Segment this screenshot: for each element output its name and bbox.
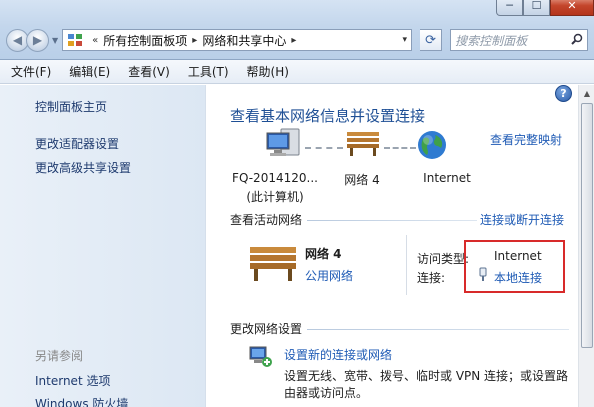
setup-new-connection-link[interactable]: 设置新的连接或网络 — [284, 346, 392, 363]
breadcrumb-separator-icon[interactable]: ▸ — [192, 35, 197, 46]
vertical-scrollbar[interactable]: ▲ — [578, 85, 594, 407]
navigation-row: ◀ ▶ ▼ « 所有控制面板项 ▸ 网络和共享中心 ▸ ▾ ⟳ 搜索控制面板 — [6, 26, 589, 54]
map-connector-line — [305, 147, 343, 149]
breadcrumb-network-sharing-center[interactable]: 网络和共享中心 — [202, 32, 286, 49]
network-details-divider — [406, 235, 407, 295]
maximize-button[interactable]: ☐ — [523, 0, 550, 16]
network-bench-icon — [345, 129, 381, 160]
minimize-button[interactable]: ─ — [496, 0, 523, 16]
window-controls: ─ ☐ ✕ — [496, 0, 594, 16]
forward-arrow-icon: ▶ — [32, 33, 43, 47]
see-also-heading: 另请参阅 — [35, 349, 84, 363]
access-type-label: 访问类型: — [417, 252, 470, 266]
back-arrow-icon: ◀ — [12, 33, 23, 47]
menu-bar: 文件(F) 编辑(E) 查看(V) 工具(T) 帮助(H) — [0, 60, 594, 84]
change-network-settings-heading: 更改网络设置 — [230, 322, 303, 336]
sidebar-item-control-panel-home[interactable]: 控制面板主页 — [35, 98, 107, 115]
breadcrumb-all-control-panel-items[interactable]: 所有控制面板项 — [103, 32, 187, 49]
refresh-icon: ⟳ — [425, 32, 437, 48]
setup-new-connection-description: 设置无线、宽带、拨号、临时或 VPN 连接；或设置路由器或访问点。 — [284, 369, 569, 400]
sidebar-item-windows-firewall[interactable]: Windows 防火墙 — [35, 395, 128, 407]
search-icon[interactable] — [571, 33, 583, 48]
map-internet-label[interactable]: Internet — [412, 171, 482, 185]
window-title-bar: ─ ☐ ✕ ◀ ▶ ▼ « 所有控制面板项 ▸ 网络和共享中心 ▸ ▾ ⟳ 搜索… — [0, 0, 594, 60]
search-input[interactable]: 搜索控制面板 — [455, 32, 571, 49]
search-box[interactable]: 搜索控制面板 — [450, 29, 589, 51]
sidebar-item-internet-options[interactable]: Internet 选项 — [35, 372, 110, 389]
page-title: 查看基本网络信息并设置连接 — [230, 107, 426, 125]
section-divider — [307, 329, 569, 330]
menu-help[interactable]: 帮助(H) — [244, 61, 292, 82]
recent-pages-dropdown[interactable]: ▼ — [52, 36, 58, 45]
menu-view[interactable]: 查看(V) — [125, 61, 173, 82]
menu-file[interactable]: 文件(F) — [8, 61, 54, 82]
scroll-thumb[interactable] — [581, 103, 593, 348]
scroll-up-arrow-icon[interactable]: ▲ — [579, 85, 594, 101]
main-content: ? 查看基本网络信息并设置连接 查看完整映射 FQ-2014120... (此计… — [207, 85, 578, 407]
computer-icon — [265, 127, 303, 164]
menu-edit[interactable]: 编辑(E) — [66, 61, 113, 82]
refresh-button[interactable]: ⟳ — [420, 29, 443, 51]
breadcrumb-separator-icon[interactable]: ▸ — [291, 35, 296, 46]
map-network-label[interactable]: 网络 4 — [325, 171, 399, 188]
new-connection-icon — [247, 343, 273, 372]
highlight-box — [464, 240, 565, 293]
view-full-map-link[interactable]: 查看完整映射 — [490, 131, 562, 148]
map-computer-sub: (此计算机) — [246, 190, 304, 204]
close-button[interactable]: ✕ — [550, 0, 594, 16]
address-dropdown-icon[interactable]: ▾ — [403, 35, 408, 45]
active-network-name: 网络 4 — [305, 247, 342, 261]
connection-label: 连接: — [417, 271, 446, 285]
active-networks-heading: 查看活动网络 — [230, 213, 303, 227]
internet-globe-icon — [416, 129, 448, 164]
map-connector-line — [384, 147, 416, 149]
sidebar-item-change-advanced-sharing[interactable]: 更改高级共享设置 — [35, 159, 131, 176]
control-panel-icon — [67, 32, 83, 48]
active-network-bench-icon — [247, 243, 299, 286]
help-icon[interactable]: ? — [555, 85, 572, 102]
task-sidebar: 控制面板主页 更改适配器设置 更改高级共享设置 另请参阅 Internet 选项… — [0, 85, 206, 407]
sidebar-item-change-adapter-settings[interactable]: 更改适配器设置 — [35, 135, 119, 152]
address-bar[interactable]: « 所有控制面板项 ▸ 网络和共享中心 ▸ ▾ — [62, 29, 413, 51]
address-overflow-icon[interactable]: « — [92, 35, 98, 46]
section-divider — [307, 220, 477, 221]
connect-disconnect-link[interactable]: 连接或断开连接 — [480, 211, 564, 228]
map-computer-name: FQ-2014120... — [232, 171, 318, 185]
forward-button[interactable]: ▶ — [26, 28, 49, 52]
network-type-link[interactable]: 公用网络 — [305, 267, 353, 284]
menu-tools[interactable]: 工具(T) — [185, 61, 232, 82]
